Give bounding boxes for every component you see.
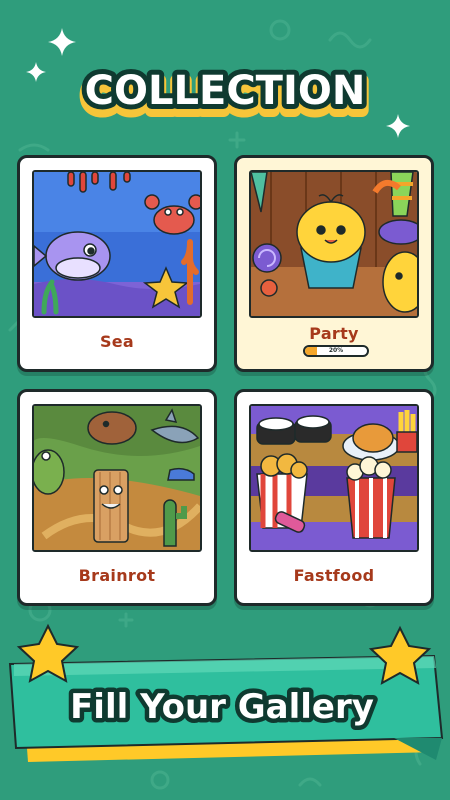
fastfood-artwork: [249, 404, 419, 552]
title-text: COLLECTION: [85, 68, 366, 114]
progress-bar: 20%: [303, 345, 369, 357]
progress-text: 20%: [328, 347, 344, 354]
collection-card-party[interactable]: Party 20%: [234, 155, 434, 372]
party-artwork: [249, 170, 419, 318]
banner-text: Fill Your Gallery: [70, 687, 374, 727]
collection-card-sea[interactable]: Sea: [17, 155, 217, 372]
collection-label: Party: [309, 324, 359, 343]
collection-label: Brainrot: [78, 566, 156, 585]
fill-gallery-banner: Fill Your Gallery Fill Your Gallery: [0, 620, 450, 770]
sparkle-icon: [48, 28, 76, 56]
collection-label: Sea: [99, 332, 135, 351]
brainrot-artwork: [32, 404, 202, 552]
sea-artwork: [32, 170, 202, 318]
page-title: COLLECTION COLLECTION COLLECTION: [0, 58, 450, 128]
collection-card-brainrot[interactable]: Brainrot: [17, 389, 217, 606]
collection-card-fastfood[interactable]: Fastfood: [234, 389, 434, 606]
collection-label: Fastfood: [293, 566, 375, 585]
